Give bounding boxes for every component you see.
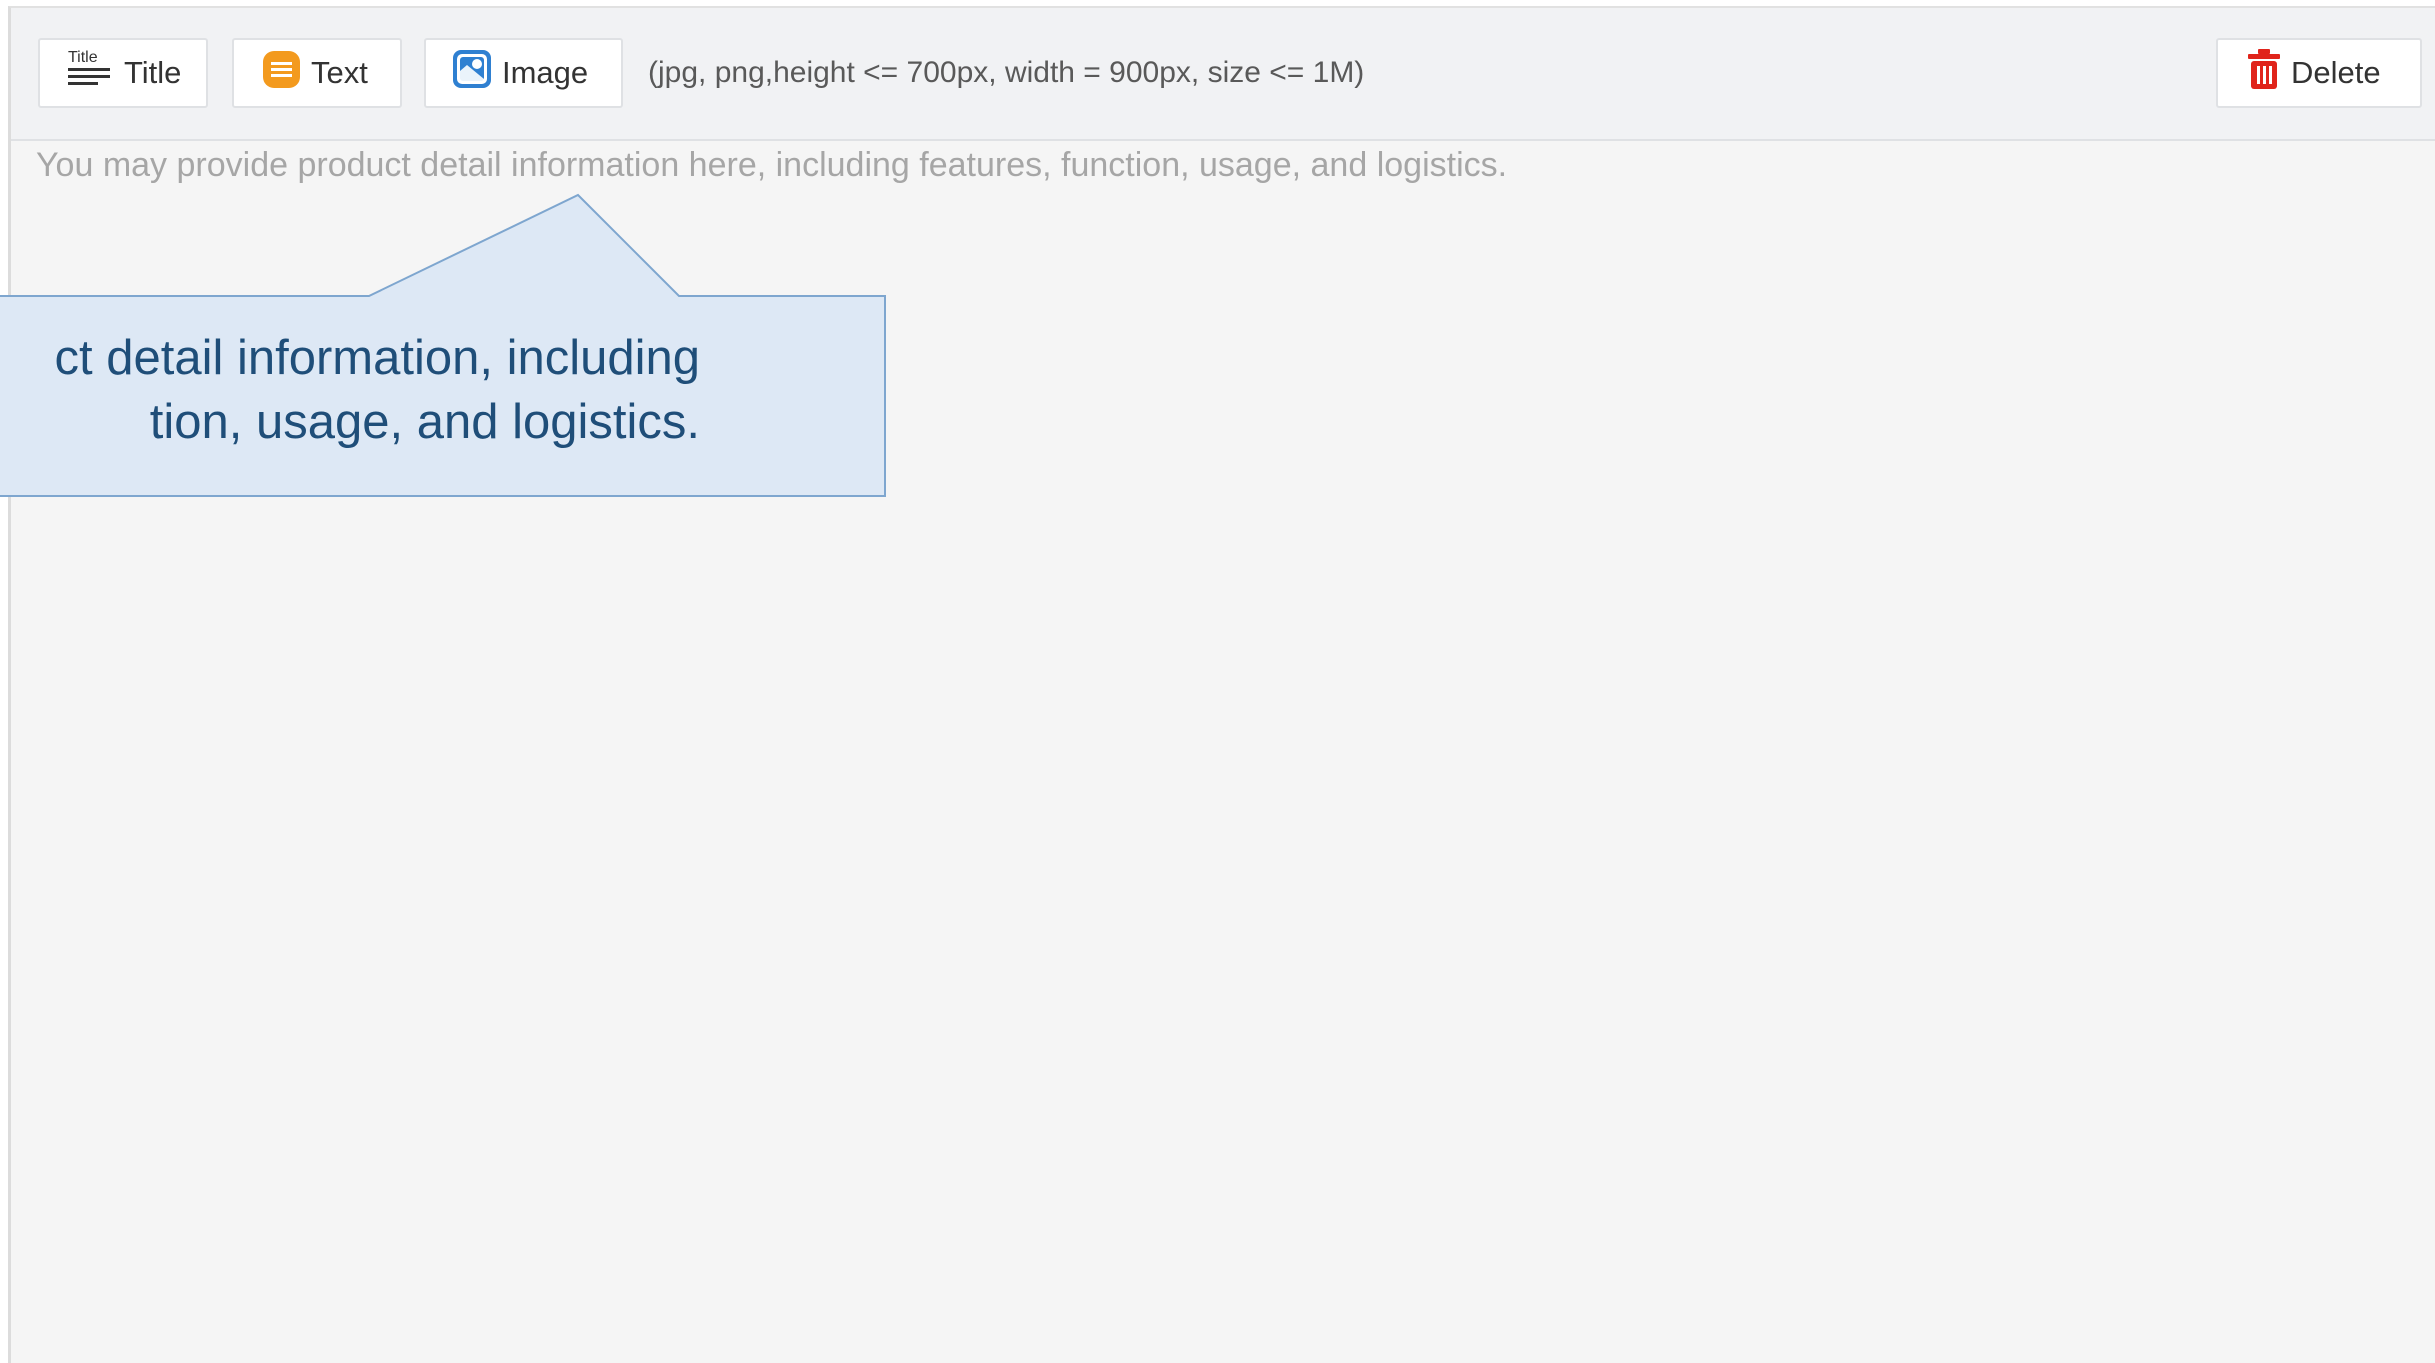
add-image-label: Image (502, 55, 589, 90)
trash-icon (2248, 49, 2280, 97)
add-text-button[interactable]: Text (232, 38, 402, 108)
add-title-label: Title (124, 55, 182, 90)
add-image-button[interactable]: Image (424, 38, 623, 108)
image-requirements-hint: (jpg, png,height <= 700px, width = 900px… (648, 56, 1365, 89)
add-text-label: Text (311, 55, 368, 90)
picture-icon (453, 50, 491, 96)
callout-line-1: ct detail information, including (54, 331, 700, 385)
detail-text-area-placeholder[interactable]: You may provide product detail informati… (36, 146, 1507, 185)
callout-line-2: tion, usage, and logistics. (149, 395, 700, 449)
text-block-icon (263, 50, 300, 96)
callout-text: ct detail information, including tion, u… (0, 330, 885, 480)
title-heading-icon: Title (67, 48, 113, 98)
tooltip-callout: ct detail information, including tion, u… (0, 185, 890, 500)
add-title-button[interactable]: Title Title (38, 38, 208, 108)
delete-button[interactable]: Delete (2216, 38, 2422, 108)
delete-label: Delete (2291, 55, 2381, 90)
editor-toolbar: Title Title Text Image (jpg, png,height … (11, 8, 2435, 141)
svg-text:Title: Title (68, 49, 98, 66)
